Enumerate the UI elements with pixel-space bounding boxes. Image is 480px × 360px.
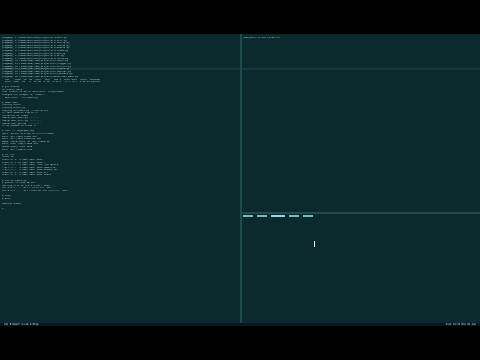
right-top-terminal-pane[interactable]: user@host:~$ vim notes.txt bbox=[243, 37, 478, 210]
status-left: [0] 0:bash* 1:vim 2:htop bbox=[4, 323, 39, 326]
rt-line bbox=[243, 55, 478, 58]
rb-line bbox=[243, 227, 478, 230]
right-bottom-terminal-pane[interactable] bbox=[243, 217, 478, 323]
terminal-screen: [PageUp] 1 /home/user/dev/project/src/ma… bbox=[0, 34, 480, 325]
status-right: host 12:34 Mon 01 Jan bbox=[445, 323, 476, 326]
status-bar: [0] 0:bash* 1:vim 2:htop host 12:34 Mon … bbox=[0, 323, 480, 326]
left-terminal-pane[interactable]: [PageUp] 1 /home/user/dev/project/src/ma… bbox=[2, 37, 238, 323]
text-cursor bbox=[314, 241, 315, 247]
vertical-divider[interactable] bbox=[240, 34, 242, 325]
left-line: $ _ bbox=[2, 208, 7, 211]
